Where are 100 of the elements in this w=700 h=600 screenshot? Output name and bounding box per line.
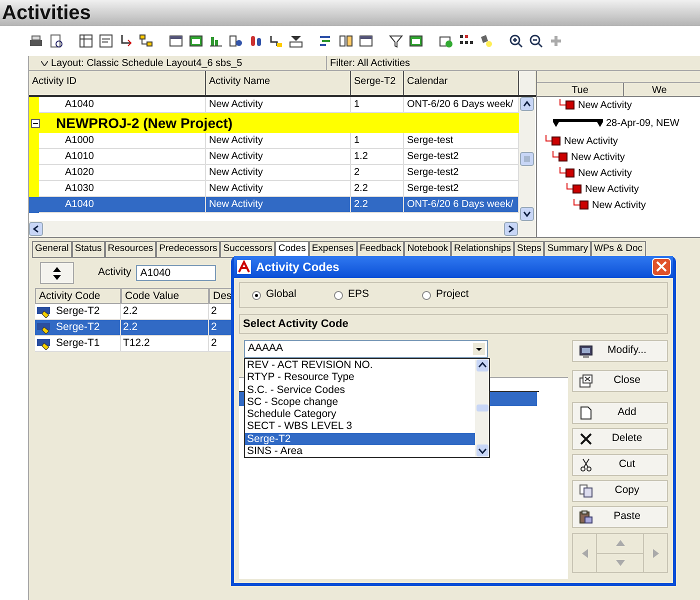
vertical-scrollbar[interactable]	[519, 71, 535, 95]
table-cell-text: Serge-T2	[56, 304, 100, 319]
scroll-up-icon[interactable]	[520, 97, 534, 111]
table-row[interactable]: A1020 New Activity 2 Serge-test2	[29, 165, 519, 181]
zoom-in-icon[interactable]	[508, 33, 524, 49]
scroll-down-icon[interactable]	[520, 207, 534, 221]
radio-button[interactable]	[422, 290, 431, 300]
code-tag-icon	[37, 306, 53, 318]
activity-field[interactable]: A1040	[136, 265, 216, 281]
bar-label: New Activity	[592, 198, 646, 212]
network-icon[interactable]	[138, 33, 154, 49]
bar-label: New Activity	[571, 150, 625, 164]
horizontal-scrollbar[interactable]	[29, 221, 536, 237]
columns-icon[interactable]	[338, 33, 354, 49]
dialog-button[interactable]: Add	[572, 402, 668, 424]
dropdown-option[interactable]: RTYP - Resource Type	[245, 371, 475, 384]
group-row[interactable]: NEWPROJ-2 (New Project)	[29, 113, 519, 133]
table-cell-text: Serge-T2	[56, 320, 100, 335]
task-bar	[566, 100, 574, 110]
paste-icon	[579, 510, 593, 524]
table-row[interactable]: A1000 New Activity 1 Serge-test	[29, 133, 519, 149]
close-icon[interactable]	[652, 258, 671, 276]
dropdown-option[interactable]: Schedule Category	[245, 408, 475, 420]
dropdown-option[interactable]: Serge-T2	[245, 432, 475, 446]
dialog-button[interactable]: Paste	[572, 506, 668, 528]
right-arrow-icon	[652, 548, 658, 558]
column-header[interactable]: Serge-T2	[351, 71, 404, 95]
code-tag-icon	[37, 338, 53, 350]
table-row[interactable]: A1040 New Activity 1 ONT-6/20 6 Days week/	[29, 97, 519, 113]
form-icon[interactable]	[98, 33, 114, 49]
layout-selector[interactable]: Layout: Classic Schedule Layout4_6 sbs_5	[51, 56, 242, 70]
activity-code-dropdown[interactable]: AAAAA	[244, 340, 488, 358]
scroll-right-icon[interactable]	[504, 222, 518, 236]
vertical-scrollbar[interactable]	[519, 97, 535, 221]
table-icon[interactable]	[78, 33, 94, 49]
tab[interactable]: Resources	[104, 241, 156, 258]
tab[interactable]: General	[32, 241, 72, 258]
tab[interactable]: Successors	[220, 241, 276, 258]
chart-icon[interactable]	[228, 33, 244, 49]
window-icon[interactable]	[358, 33, 374, 49]
list-scrollbar[interactable]	[475, 359, 489, 458]
print-preview-icon[interactable]	[48, 33, 64, 49]
table-cell-text: 2	[211, 336, 217, 351]
column-header[interactable]: Code Value	[121, 288, 209, 304]
table-row[interactable]: A1010 New Activity 1.2 Serge-test2	[29, 149, 519, 165]
copy-icon	[579, 484, 593, 498]
scroll-thumb-icon[interactable]	[520, 152, 534, 166]
window-icon[interactable]	[188, 33, 204, 49]
radio-button[interactable]	[334, 290, 343, 300]
column-header[interactable]: Activity ID	[29, 71, 206, 95]
dropdown-list[interactable]: REV - ACT REVISION NO. RTYP - Resource Type S.C. - Service Codes SC - Scope change Schedule Category SECT - WBS LEVEL 3 Serge-T2 SINS - Area	[244, 358, 490, 458]
dialog-button[interactable]: Modify...	[572, 340, 668, 362]
code-tag-icon	[37, 322, 53, 334]
column-header[interactable]: Activity Code	[35, 288, 121, 304]
scroll-down-icon[interactable]	[476, 444, 488, 458]
dropdown-option[interactable]: S.C. - Service Codes	[245, 384, 475, 396]
table-cell-text: T12.2	[123, 336, 150, 351]
dropdown-option[interactable]: SC - Scope change	[245, 396, 475, 408]
dialog-button[interactable]: Close	[572, 370, 668, 392]
cut-icon	[579, 458, 593, 472]
dropdown-option[interactable]: SECT - WBS LEVEL 3	[245, 420, 475, 433]
scroll-thumb-icon[interactable]	[476, 404, 488, 412]
window-icon[interactable]	[408, 33, 424, 49]
zoom-out-icon[interactable]	[528, 33, 544, 49]
dependency-line	[574, 199, 580, 206]
scroll-up-icon[interactable]	[476, 359, 488, 372]
dialog-button[interactable]: Delete	[572, 428, 668, 450]
dropdown-option[interactable]: REV - ACT REVISION NO.	[245, 359, 475, 372]
column-header[interactable]: Activity Name	[206, 71, 351, 95]
task-bar	[566, 168, 574, 178]
dropdown-caret-icon[interactable]	[41, 60, 48, 66]
dependency-line	[560, 167, 566, 174]
page-title: Activities	[2, 1, 91, 26]
delete-icon	[579, 432, 593, 446]
window-icon[interactable]	[168, 33, 184, 49]
close-window-icon	[579, 374, 593, 388]
move-up-down-button[interactable]	[40, 262, 74, 284]
table-cell-text: 2	[211, 320, 217, 335]
table-row[interactable]: A1030 New Activity 2.2 Serge-test2	[29, 181, 519, 197]
cylinder-icon[interactable]	[248, 33, 264, 49]
scroll-left-icon[interactable]	[29, 222, 43, 236]
left-arrow-icon	[582, 548, 588, 558]
tab[interactable]: Status	[72, 241, 105, 258]
timescale-header: We	[651, 84, 667, 96]
step-icon[interactable]	[268, 33, 284, 49]
dialog-button[interactable]: Copy	[572, 480, 668, 502]
section-title: Select Activity Code	[243, 316, 348, 332]
activity-label: Activity	[98, 265, 132, 280]
dialog-button[interactable]: Cut	[572, 454, 668, 476]
table-cell-text: Serge-T1	[56, 336, 100, 351]
printer-icon[interactable]	[28, 33, 44, 49]
radio-label[interactable]: Global	[266, 287, 296, 303]
radio-button[interactable]	[252, 290, 261, 300]
tab[interactable]: Predecessors	[156, 241, 220, 258]
collapse-toggle[interactable]	[31, 118, 40, 128]
spool-icon[interactable]	[288, 33, 304, 49]
dropdown-option[interactable]: SINS - Area	[245, 445, 475, 458]
radio-label[interactable]: EPS	[348, 287, 370, 303]
filter-icon[interactable]	[388, 33, 404, 49]
radio-label[interactable]: Project	[436, 287, 469, 303]
